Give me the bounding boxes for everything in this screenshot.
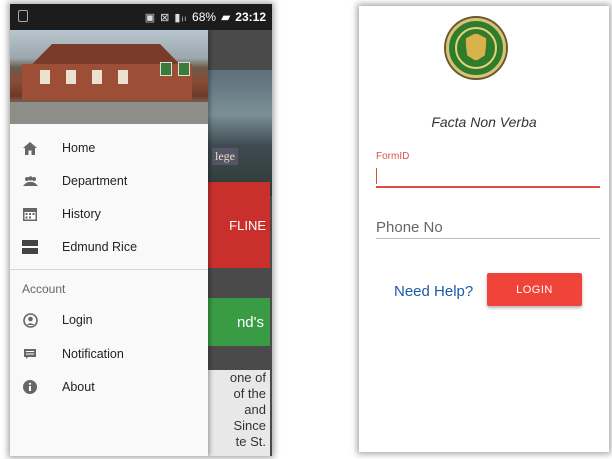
drawer-divider	[10, 269, 208, 270]
list-icon	[22, 239, 38, 255]
status-bar: ▣ ⊠ ▮ᵢₗ 68% ▰ 23:12	[10, 4, 272, 30]
home-icon	[22, 140, 38, 156]
drawer-item-history[interactable]: History	[10, 198, 208, 230]
navigation-drawer: Home Department History Edmund Rice Acco…	[10, 30, 208, 456]
account-section-label: Account	[22, 282, 66, 296]
drawer-item-label: Login	[62, 313, 93, 327]
people-icon	[22, 173, 38, 189]
green-card-label: nd's	[236, 313, 264, 331]
clock: 23:12	[235, 10, 266, 24]
paragraph-line: and	[244, 402, 266, 417]
drawer-item-label: Home	[62, 141, 96, 155]
offline-card-label: FLINE	[229, 217, 266, 233]
college-banner-image: lege	[208, 70, 272, 196]
building-window	[92, 70, 102, 84]
college-logo	[446, 18, 506, 78]
drawer-item-label: Notification	[62, 347, 124, 361]
motto-text: Facta Non Verba	[431, 114, 537, 130]
building-window	[66, 70, 76, 84]
drawer-header-image	[10, 30, 208, 124]
account-circle-icon	[22, 312, 38, 328]
text-cursor	[376, 168, 377, 184]
drawer-item-label: About	[62, 380, 95, 394]
building-sign	[160, 62, 172, 76]
right-phone-screen: Facta Non Verba FormID Need Help? LOGIN	[359, 6, 609, 452]
status-icons: ▣ ⊠ ▮ᵢₗ	[144, 11, 188, 24]
left-phone-screen: ▣ ⊠ ▮ᵢₗ 68% ▰ 23:12 lege FLINE nd's one …	[10, 4, 272, 456]
battery-icon: ▰	[221, 10, 231, 24]
battery-percent: 68%	[192, 10, 217, 24]
phone-number-input[interactable]	[376, 217, 600, 239]
drawer-item-home[interactable]: Home	[10, 132, 208, 164]
notification-icon	[18, 10, 28, 22]
building-window	[118, 70, 128, 84]
drawer-item-label: Edmund Rice	[62, 240, 138, 254]
login-button[interactable]: LOGIN	[487, 273, 582, 306]
drawer-item-about[interactable]: About	[10, 371, 208, 403]
building-window	[40, 70, 50, 84]
ground	[10, 102, 208, 124]
drawer-item-notification[interactable]: Notification	[10, 338, 208, 370]
drawer-item-label: Department	[62, 174, 128, 188]
paragraph-line: Since	[233, 418, 266, 433]
college-banner-text: lege	[212, 148, 238, 165]
form-id-input[interactable]	[376, 166, 600, 188]
background-app: lege FLINE nd's one of of the and Since …	[208, 30, 272, 456]
background-paragraph: one of of the and Since te St.	[208, 370, 270, 456]
form-id-label: FormID	[376, 151, 410, 162]
drawer-item-edmund-rice[interactable]: Edmund Rice	[10, 231, 208, 263]
drawer-item-department[interactable]: Department	[10, 165, 208, 197]
need-help-link[interactable]: Need Help?	[394, 283, 473, 300]
offline-card: FLINE	[208, 182, 270, 268]
building-sign	[178, 62, 190, 76]
info-icon	[22, 379, 38, 395]
green-card: nd's	[208, 298, 270, 346]
message-icon	[22, 346, 38, 362]
paragraph-line: te St.	[235, 434, 266, 449]
drawer-item-label: History	[62, 207, 101, 221]
calendar-icon	[22, 206, 38, 222]
paragraph-line: of the	[233, 386, 266, 401]
drawer-item-login[interactable]: Login	[10, 304, 208, 336]
paragraph-line: one of	[229, 370, 266, 385]
